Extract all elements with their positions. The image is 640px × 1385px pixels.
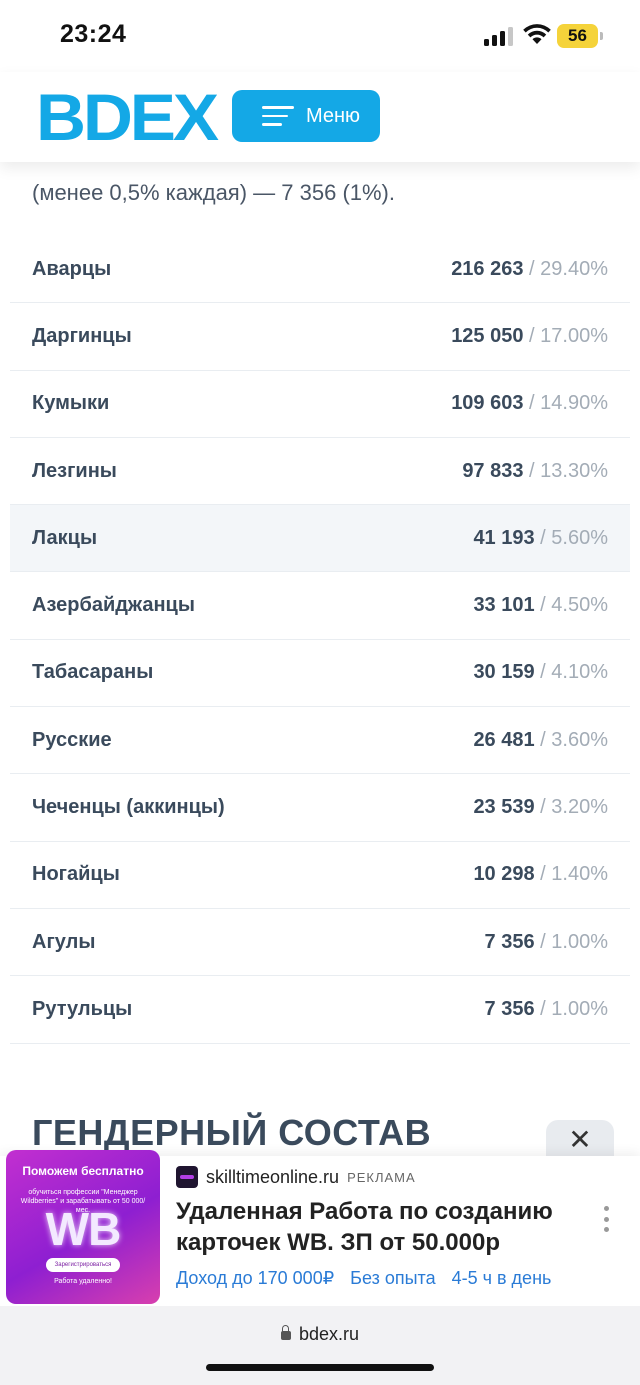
ethnic-composition-table: Аварцы 216 263 / 29.40% Даргинцы 125 050 /… bbox=[10, 236, 630, 1044]
row-value: 7 356 bbox=[484, 930, 535, 953]
section-title: ГЕНДЕРНЫЙ СОСТАВ bbox=[32, 1112, 432, 1153]
row-name: Чеченцы (аккинцы) bbox=[32, 796, 225, 819]
ad-title[interactable]: Удаленная Работа по созданию карточек WB… bbox=[176, 1196, 596, 1258]
table-row: Лакцы 41 193 / 5.60% bbox=[10, 505, 630, 573]
hamburger-icon bbox=[262, 106, 294, 126]
url-field[interactable]: bdex.ru bbox=[0, 1324, 640, 1345]
more-options-icon[interactable] bbox=[604, 1206, 610, 1232]
menu-label: Меню bbox=[306, 104, 361, 127]
row-value: 7 356 bbox=[484, 997, 535, 1020]
row-percent: 1.00% bbox=[551, 997, 608, 1020]
row-percent: 4.50% bbox=[551, 594, 608, 617]
row-name: Русские bbox=[32, 728, 112, 751]
row-percent: 4.10% bbox=[551, 661, 608, 684]
row-percent: 13.30% bbox=[540, 459, 608, 482]
row-name: Табасараны bbox=[32, 661, 154, 684]
ad-image-button: Зарегистрироваться bbox=[46, 1258, 120, 1272]
row-name: Азербайджанцы bbox=[32, 594, 195, 617]
ad-image-logo: WB bbox=[45, 1203, 122, 1255]
row-name: Лезгины bbox=[32, 459, 117, 482]
table-row: Азербайджанцы 33 101 / 4.50% bbox=[10, 572, 630, 640]
row-percent: 14.90% bbox=[540, 392, 608, 415]
status-bar: 23:24 56 bbox=[0, 0, 640, 72]
row-value: 33 101 bbox=[473, 594, 535, 617]
cellular-signal-icon bbox=[484, 26, 513, 46]
intro-text: (менее 0,5% каждая) — 7 356 (1%). bbox=[32, 180, 395, 205]
row-value: 30 159 bbox=[473, 661, 535, 684]
ad-links: Доход до 170 000₽ Без опыта 4-5 ч в день bbox=[176, 1268, 551, 1289]
row-percent: 3.20% bbox=[551, 796, 608, 819]
ad-label: РЕКЛАМА bbox=[347, 1169, 416, 1185]
ad-domain: skilltimeonline.ru bbox=[206, 1166, 340, 1187]
row-value: 10 298 bbox=[473, 863, 535, 886]
row-name: Агулы bbox=[32, 930, 96, 953]
battery-icon: 56 bbox=[557, 24, 603, 48]
url-text: bdex.ru bbox=[298, 1324, 360, 1344]
row-percent: 3.60% bbox=[551, 728, 608, 751]
row-value: 97 833 bbox=[462, 459, 524, 482]
menu-button[interactable]: Меню bbox=[232, 90, 380, 142]
table-row: Аварцы 216 263 / 29.40% bbox=[10, 236, 630, 304]
table-row: Лезгины 97 833 / 13.30% bbox=[10, 438, 630, 506]
status-time: 23:24 bbox=[60, 20, 127, 48]
site-logo[interactable]: BDEX bbox=[36, 82, 219, 152]
ad-image[interactable]: Поможем бесплатно обучиться профессии "М… bbox=[6, 1150, 160, 1304]
ad-source: skilltimeonline.ru РЕКЛАМА bbox=[176, 1166, 416, 1188]
row-percent: 29.40% bbox=[540, 257, 608, 280]
ad-link[interactable]: Без опыта bbox=[350, 1268, 435, 1289]
row-percent: 1.00% bbox=[551, 930, 608, 953]
wifi-icon bbox=[523, 24, 551, 44]
lock-icon bbox=[280, 1325, 291, 1340]
row-percent: 5.60% bbox=[551, 526, 608, 549]
row-percent: 1.40% bbox=[551, 863, 608, 886]
ad-favicon-icon bbox=[176, 1166, 198, 1188]
table-row: Кумыки 109 603 / 14.90% bbox=[10, 371, 630, 438]
table-row: Даргинцы 125 050 / 17.00% bbox=[10, 303, 630, 371]
table-row: Табасараны 30 159 / 4.10% bbox=[10, 640, 630, 708]
ad-banner[interactable]: Поможем бесплатно обучиться профессии "М… bbox=[0, 1150, 640, 1306]
row-name: Лакцы bbox=[32, 526, 98, 549]
home-indicator[interactable] bbox=[206, 1364, 434, 1371]
table-row: Чеченцы (аккинцы) 23 539 / 3.20% bbox=[10, 774, 630, 842]
row-value: 216 263 bbox=[451, 257, 524, 280]
ad-image-headline: Поможем бесплатно bbox=[22, 1164, 144, 1178]
close-icon: ✕ bbox=[568, 1123, 592, 1155]
row-name: Кумыки bbox=[32, 392, 110, 415]
table-row: Ногайцы 10 298 / 1.40% bbox=[10, 842, 630, 909]
row-name: Даргинцы bbox=[32, 324, 132, 347]
table-row: Агулы 7 356 / 1.00% bbox=[10, 909, 630, 977]
row-value: 109 603 bbox=[451, 392, 524, 415]
row-value: 26 481 bbox=[473, 728, 535, 751]
browser-address-bar: bdex.ru bbox=[0, 1306, 640, 1385]
site-header: BDEX Меню bbox=[0, 72, 640, 162]
table-row: Русские 26 481 / 3.60% bbox=[10, 707, 630, 775]
row-value: 41 193 bbox=[473, 526, 535, 549]
ad-image-footer: Работа удаленно! bbox=[54, 1278, 112, 1285]
row-value: 23 539 bbox=[473, 796, 535, 819]
row-name: Рутульцы bbox=[32, 997, 133, 1020]
table-row: Рутульцы 7 356 / 1.00% bbox=[10, 976, 630, 1044]
ad-close-button[interactable]: ✕ bbox=[546, 1120, 614, 1158]
row-percent: 17.00% bbox=[540, 324, 608, 347]
ad-link[interactable]: 4-5 ч в день bbox=[452, 1268, 552, 1289]
ad-link[interactable]: Доход до 170 000₽ bbox=[176, 1268, 334, 1289]
row-name: Ногайцы bbox=[32, 863, 120, 886]
row-name: Аварцы bbox=[32, 257, 112, 280]
row-value: 125 050 bbox=[451, 324, 524, 347]
